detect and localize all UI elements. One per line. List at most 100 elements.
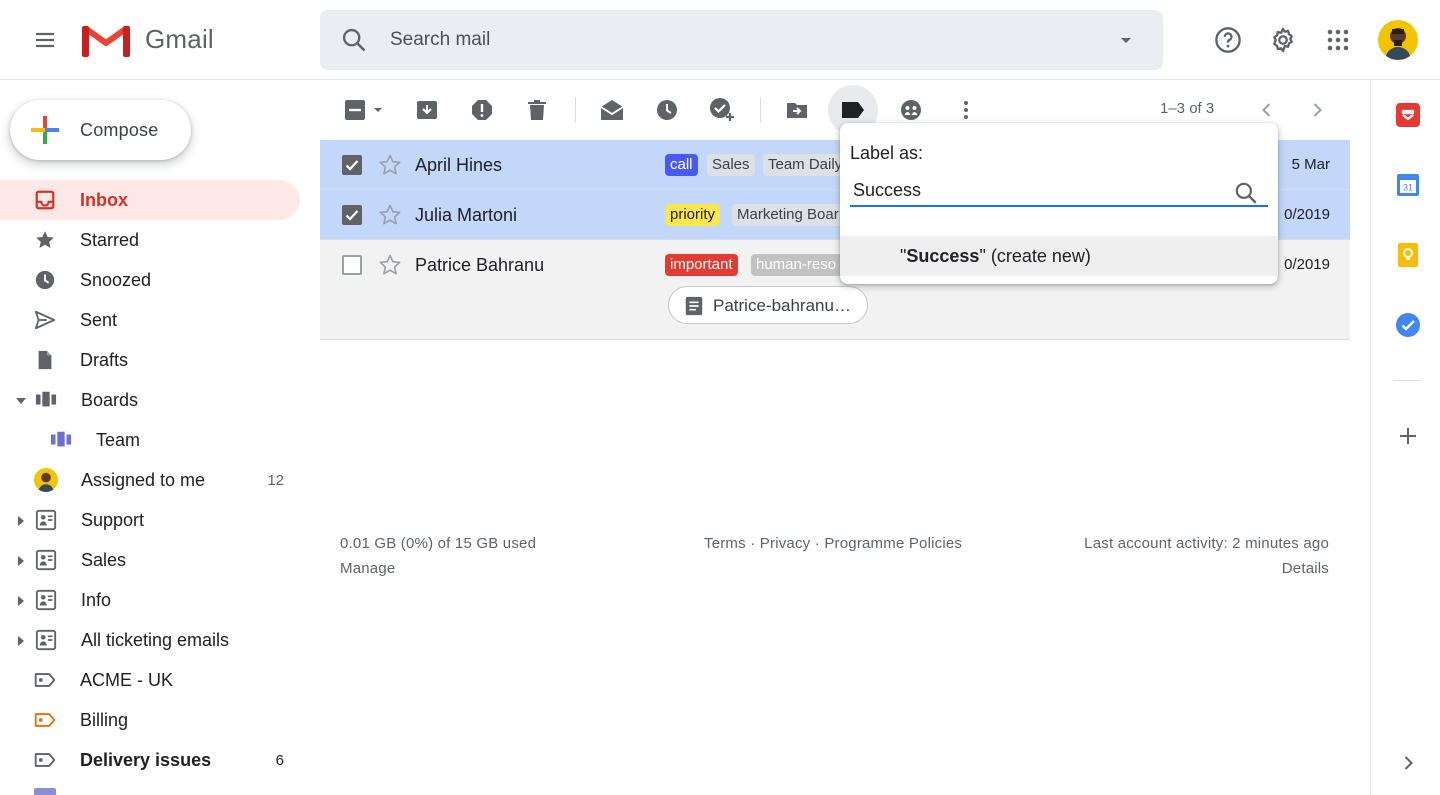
clock-icon	[34, 269, 56, 291]
search-input[interactable]	[390, 25, 1090, 55]
send-icon	[34, 309, 56, 331]
search-icon[interactable]	[340, 26, 368, 54]
report-spam-button[interactable]	[462, 90, 502, 130]
move-to-button[interactable]	[777, 90, 817, 130]
expand-arrow-icon[interactable]	[14, 554, 28, 568]
search-options-icon[interactable]	[1114, 28, 1138, 52]
label-chip: Team Daily	[763, 154, 841, 176]
menu-icon	[36, 32, 54, 48]
storage-usage: 0.01 GB (0%) of 15 GB used	[340, 535, 537, 552]
shared-label-icon	[35, 509, 57, 531]
pagination-range: 1–3 of 3	[1160, 100, 1215, 117]
app-header: Gmail	[0, 0, 1440, 80]
sidebar-item-delivery-issues[interactable]: Delivery issues 6	[0, 740, 300, 780]
label-chip: priority	[665, 204, 721, 226]
footer-separator: ·	[750, 535, 756, 552]
manage-storage-link[interactable]: Manage	[340, 560, 395, 577]
unread-count: 6	[275, 752, 284, 769]
privacy-link[interactable]: Privacy	[760, 535, 811, 552]
keep-icon	[1398, 243, 1418, 267]
row-checkbox[interactable]	[342, 255, 362, 275]
tasks-button[interactable]	[1393, 310, 1423, 340]
delete-button[interactable]	[517, 90, 557, 130]
mark-as-read-button[interactable]	[592, 90, 632, 130]
sidebar-item-snoozed[interactable]: Snoozed	[0, 260, 300, 300]
sidebar-item-assigned-to-me[interactable]: Assigned to me 12	[0, 460, 300, 500]
terms-link[interactable]: Terms	[704, 535, 746, 552]
sidebar-item-label: Boards	[81, 390, 139, 410]
app-name: Gmail	[145, 24, 214, 54]
archive-button[interactable]	[407, 90, 447, 130]
label-search-input[interactable]	[850, 175, 1268, 207]
star-icon[interactable]	[378, 203, 402, 227]
sidebar-item-label: Sales	[81, 550, 127, 570]
email-sender: April Hines	[415, 155, 503, 175]
clock-icon	[657, 100, 677, 120]
sidebar-item-sales[interactable]: Sales	[0, 540, 300, 580]
sidebar-item-acme-uk[interactable]: ACME - UK	[0, 660, 300, 700]
expand-arrow-icon[interactable]	[14, 514, 28, 528]
search-bar	[320, 10, 1163, 70]
calendar-button[interactable]: 31	[1393, 170, 1423, 200]
star-icon[interactable]	[378, 253, 402, 277]
gmail-logo[interactable]	[82, 22, 130, 58]
compose-button[interactable]: Compose	[10, 100, 191, 160]
attachment-chip[interactable]: Patrice-bahranu…	[668, 286, 868, 324]
snooze-button[interactable]	[647, 90, 687, 130]
main-menu-button[interactable]	[25, 20, 65, 60]
collapse-arrow-icon[interactable]	[14, 394, 28, 408]
sidebar-item-label: Starred	[80, 230, 140, 250]
rail-divider	[1393, 380, 1421, 381]
sidebar-item-label: Support	[81, 510, 145, 530]
get-addons-button[interactable]	[1393, 421, 1423, 451]
account-avatar[interactable]	[1378, 20, 1418, 60]
move-folder-icon	[787, 103, 807, 118]
show-side-panel-button[interactable]	[1393, 748, 1423, 778]
inbox-icon	[34, 189, 56, 211]
sidebar-item-all-ticketing-emails[interactable]: All ticketing emails	[0, 620, 300, 660]
apps-button[interactable]	[1318, 20, 1358, 60]
shared-label-icon	[35, 549, 57, 571]
sidebar-item-drafts[interactable]: Drafts	[0, 340, 300, 380]
sidebar-item-inbox[interactable]: Inbox	[0, 180, 300, 220]
settings-button[interactable]	[1263, 20, 1303, 60]
compose-plus-icon	[31, 116, 59, 144]
select-all-checkbox[interactable]	[335, 90, 385, 130]
draft-icon	[34, 349, 56, 371]
search-icon	[1235, 182, 1257, 204]
expand-arrow-icon[interactable]	[14, 634, 28, 648]
row-checkbox[interactable]	[342, 205, 362, 225]
addon-button[interactable]	[1393, 100, 1423, 130]
sidebar-item-billing[interactable]: Billing	[0, 700, 300, 740]
check-icon	[345, 160, 359, 171]
chevron-right-icon	[1313, 103, 1322, 117]
expand-arrow-icon[interactable]	[14, 594, 28, 608]
footer-separator: ·	[814, 535, 820, 552]
sidebar-item-boards[interactable]: Boards	[0, 380, 300, 420]
sidebar-item-team[interactable]: Team	[0, 420, 300, 460]
sidebar-item-starred[interactable]: Starred	[0, 220, 300, 260]
older-button[interactable]	[1297, 90, 1337, 130]
add-to-tasks-button[interactable]	[702, 90, 742, 130]
plus-icon	[1400, 428, 1416, 444]
label-icon	[34, 709, 56, 731]
create-new-label-text: "Success" (create new)	[900, 246, 1091, 266]
label-as-menu: Label as: "Success" (create new)	[840, 123, 1278, 284]
sidebar-item-support[interactable]: Support	[0, 500, 300, 540]
create-new-label-option[interactable]: "Success" (create new)	[840, 236, 1278, 276]
sidebar-item-info[interactable]: Info	[0, 580, 300, 620]
spam-icon	[472, 100, 492, 120]
programme-policies-link[interactable]: Programme Policies	[824, 535, 962, 552]
keep-button[interactable]	[1393, 240, 1423, 270]
activity-details-link[interactable]: Details	[1282, 560, 1329, 577]
last-account-activity: Last account activity: 2 minutes ago	[1084, 535, 1329, 552]
sidebar-item-label: Drafts	[80, 350, 129, 370]
sidebar-item-sent[interactable]: Sent	[0, 300, 300, 340]
footer-links: Terms · Privacy · Programme Policies	[704, 535, 962, 552]
row-checkbox[interactable]	[342, 155, 362, 175]
star-icon[interactable]	[378, 153, 402, 177]
gear-icon	[1273, 27, 1293, 53]
label-chip: human-reso	[751, 254, 841, 276]
support-button[interactable]	[1208, 20, 1248, 60]
calendar-icon: 31	[1397, 174, 1419, 196]
